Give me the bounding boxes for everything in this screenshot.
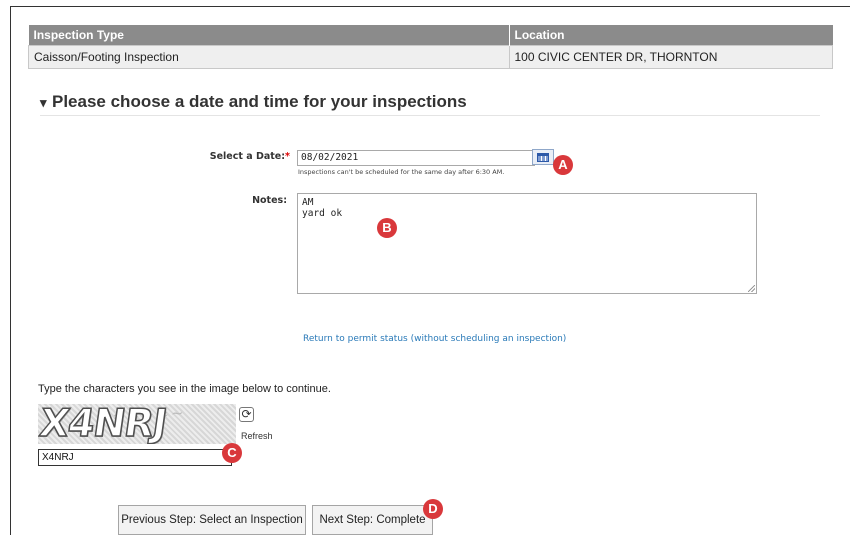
calendar-icon [537,153,549,162]
table-header-row: Inspection Type Location [28,25,833,46]
captcha-instruction: Type the characters you see in the image… [38,383,331,395]
column-header-location: Location [509,25,833,46]
collapse-arrow-icon[interactable]: ▾ [40,95,48,111]
captcha-image-text: X4NRJ [38,404,170,444]
inspection-table: Inspection Type Location Caisson/Footing… [28,25,833,69]
return-to-permit-status-link[interactable]: Return to permit status (without schedul… [303,334,566,344]
calendar-button[interactable] [532,149,554,165]
content-frame-top-border [10,6,850,7]
captcha-image: ~≈≈~≈~ X4NRJ [38,404,236,444]
column-header-inspection-type: Inspection Type [28,25,510,46]
cell-location: 100 CIVIC CENTER DR, THORNTON [508,45,833,69]
date-input[interactable]: 08/02/2021 [297,150,535,166]
captcha-input[interactable]: X4NRJ [38,449,232,466]
refresh-icon[interactable]: ⟳ [239,407,254,422]
date-label: Select a Date:* [170,151,290,162]
previous-step-button[interactable]: Previous Step: Select an Inspection [118,505,306,535]
cell-inspection-type: Caisson/Footing Inspection [28,45,510,69]
notes-label: Notes: [252,195,287,206]
table-row: Caisson/Footing Inspection 100 CIVIC CEN… [28,45,833,69]
date-label-text: Select a Date: [209,151,286,162]
content-frame-left-border [10,6,11,535]
section-heading[interactable]: ▾ Please choose a date and time for your … [40,92,467,112]
next-step-button[interactable]: Next Step: Complete [312,505,433,535]
resize-grip-icon[interactable] [748,285,755,292]
annotation-marker-a: A [553,155,573,175]
section-heading-text: Please choose a date and time for your i… [52,92,467,111]
annotation-marker-d: D [423,499,443,519]
notes-textarea[interactable]: AM yard ok [297,193,757,294]
annotation-marker-c: C [222,443,242,463]
date-hint: Inspections can't be scheduled for the s… [298,168,505,176]
refresh-captcha-link[interactable]: Refresh [241,431,273,441]
annotation-marker-b: B [377,218,397,238]
section-divider [40,115,820,116]
required-marker: * [285,151,290,162]
